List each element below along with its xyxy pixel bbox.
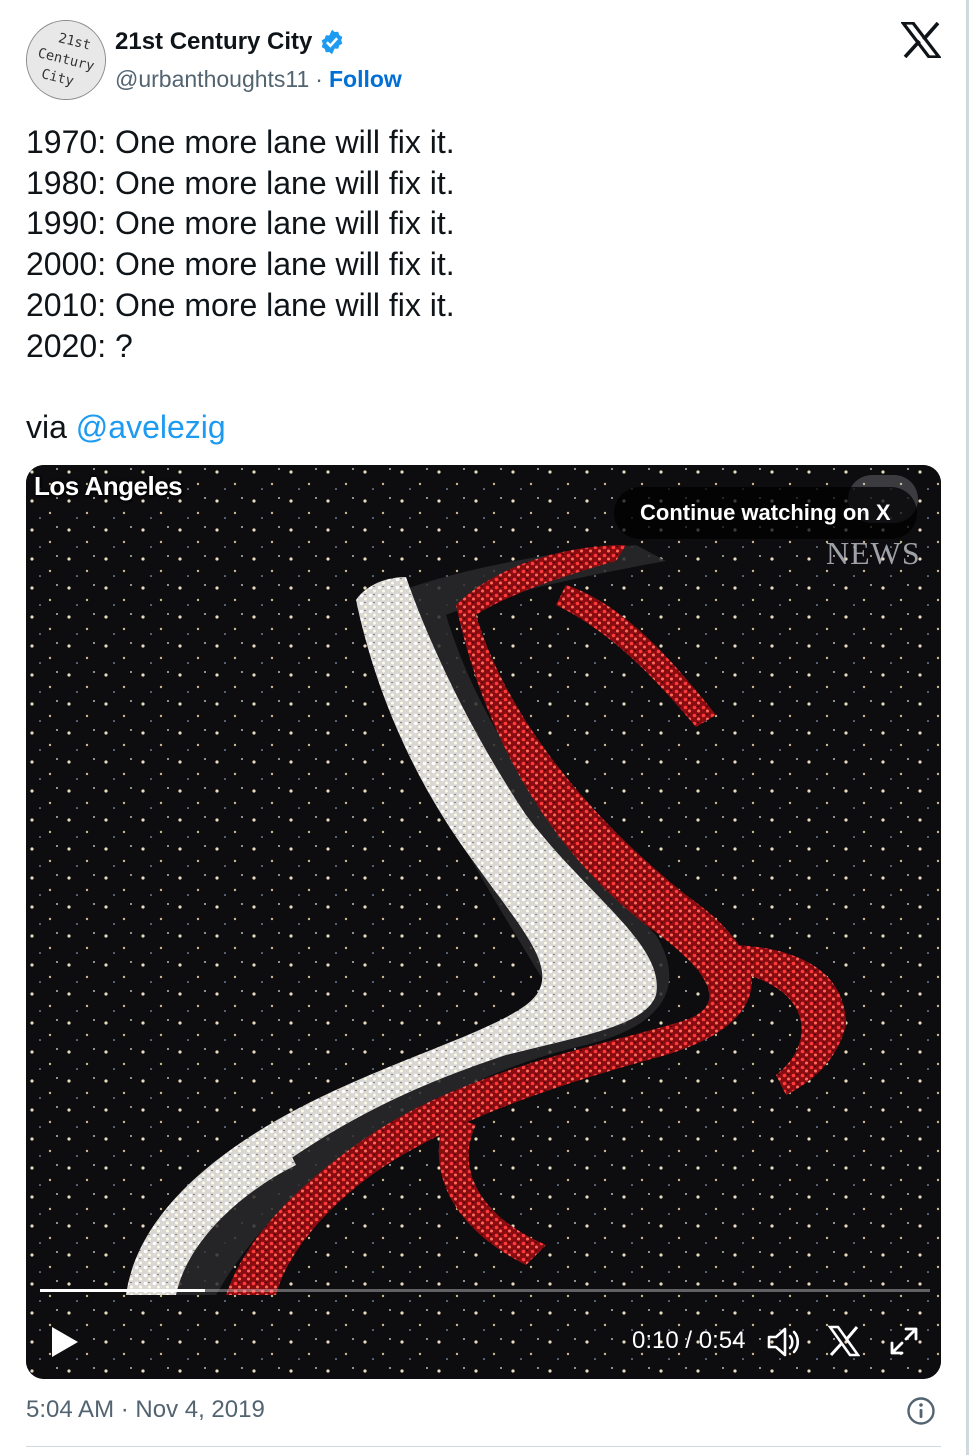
author-name[interactable]: 21st Century City [115, 28, 312, 56]
via-prefix: via [26, 408, 76, 445]
video-time: 0:10 / 0:54 [632, 1327, 746, 1354]
tweet-line-1: 1970: One more lane will fix it. [26, 124, 455, 160]
tweet-header: 21st Century City 21st Century City @urb… [26, 20, 946, 100]
separator-dot: · [315, 66, 323, 92]
follow-button[interactable]: Follow [329, 66, 402, 93]
avatar[interactable]: 21st Century City [26, 20, 106, 100]
tweet-line-5: 2010: One more lane will fix it. [26, 286, 455, 323]
video-frame-traffic [26, 465, 941, 1379]
x-video-logo-icon[interactable] [828, 1325, 860, 1357]
video-progress-fill [40, 1289, 205, 1292]
tweet-timestamp[interactable]: 5:04 AM · Nov 4, 2019 [26, 1396, 265, 1424]
tweet-line-4: 2000: One more lane will fix it. [26, 246, 455, 283]
tweet-line-6: 2020: ? [26, 327, 133, 364]
avatar-logo: 21st Century City [27, 21, 105, 99]
author-name-row: 21st Century City [115, 28, 346, 56]
volume-icon[interactable] [766, 1325, 802, 1359]
video-player[interactable]: NEWS Los Angeles Continue watching on X … [26, 465, 941, 1379]
footer-divider [26, 1446, 941, 1447]
continue-watching-button[interactable]: Continue watching on X [614, 487, 917, 539]
author-handle[interactable]: @urbanthoughts11 [115, 66, 309, 93]
fullscreen-icon[interactable] [888, 1325, 920, 1357]
video-progress-bar[interactable] [40, 1289, 930, 1292]
info-icon[interactable] [906, 1396, 936, 1426]
tweet-line-3: 1990: One more lane will fix it. [26, 205, 455, 242]
x-logo-icon[interactable] [901, 22, 941, 58]
play-icon[interactable] [50, 1325, 80, 1359]
mention-link[interactable]: @avelezig [76, 409, 226, 445]
author-handle-row: @urbanthoughts11 · Follow [115, 66, 402, 93]
tweet-text: 1970: One more lane will fix it. 1980: O… [26, 122, 455, 448]
location-label: Los Angeles [34, 471, 183, 501]
news-watermark: NEWS [826, 535, 921, 571]
verified-badge-icon [322, 29, 343, 55]
tweet-line-2: 1980: One more lane will fix it. [26, 164, 455, 201]
tweet-embed-card: 21st Century City 21st Century City @urb… [0, 0, 969, 1455]
